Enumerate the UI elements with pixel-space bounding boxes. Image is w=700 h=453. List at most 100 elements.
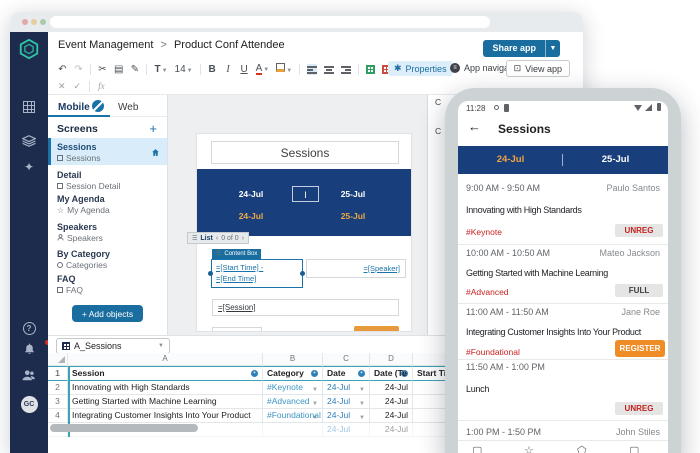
chevron-down-icon[interactable]: ▼ <box>359 398 365 409</box>
tables-icon[interactable] <box>10 100 48 118</box>
notifications-bell-icon[interactable] <box>10 342 48 360</box>
list-selection-chip[interactable]: ☰ List ‹ 0 of 0 › <box>187 232 249 244</box>
cell-date[interactable]: ▼24-Jul <box>323 395 370 409</box>
url-bar[interactable] <box>50 16 490 28</box>
screen-item-title[interactable]: By Category <box>57 249 110 259</box>
cell-category[interactable] <box>263 423 323 437</box>
add-screen-button[interactable]: + <box>149 121 157 136</box>
cell-date[interactable]: ▼24-Jul <box>323 409 370 423</box>
automations-icon[interactable]: ✦ <box>10 160 48 174</box>
help-icon[interactable]: ? <box>10 318 48 336</box>
session-field[interactable]: =[Session] <box>212 299 399 316</box>
column-letter[interactable]: D <box>370 353 413 366</box>
window-minimize-dot[interactable] <box>31 19 37 25</box>
team-members-icon[interactable] <box>10 368 48 386</box>
align-right-button[interactable] <box>341 64 351 75</box>
font-color-dropdown[interactable]: A▼ <box>256 63 270 75</box>
cell-date[interactable]: 24-Jul <box>323 423 370 437</box>
speaker-field[interactable]: =[Speaker] <box>306 259 406 278</box>
align-center-button[interactable] <box>324 64 334 75</box>
underline-button[interactable]: U <box>240 64 249 75</box>
clipped-button-stub[interactable] <box>354 326 399 332</box>
screen-item-title[interactable]: Speakers <box>57 222 97 232</box>
resize-handle-left[interactable] <box>208 271 213 276</box>
cell-category[interactable]: ▼#Keynote <box>263 381 323 395</box>
breadcrumb-app[interactable]: Event Management <box>58 39 153 51</box>
column-letter[interactable]: A <box>68 353 263 366</box>
column-type-icon[interactable]: + <box>358 370 365 377</box>
cell-date-text[interactable]: 24-Jul <box>370 423 413 437</box>
row-number[interactable]: 4 <box>48 409 68 423</box>
select-all-corner[interactable] <box>48 353 68 366</box>
cell-category[interactable]: ▼#Foundational <box>263 409 323 423</box>
share-dropdown-button[interactable]: ▼ <box>545 40 560 57</box>
text-style-dropdown[interactable]: T▼ <box>154 64 167 75</box>
font-size-dropdown[interactable]: 14▼ <box>175 64 193 75</box>
register-button[interactable]: REGISTER <box>615 340 665 357</box>
honeycomb-logo-icon[interactable] <box>10 38 48 65</box>
cell-date[interactable]: ▼24-Jul <box>323 381 370 395</box>
share-app-button[interactable]: Share app <box>483 40 545 57</box>
window-zoom-dot[interactable] <box>40 19 46 25</box>
horizontal-scrollbar[interactable] <box>50 424 198 432</box>
header-cell[interactable]: +Session <box>68 366 263 381</box>
redo-icon[interactable]: ↷ <box>74 64 83 75</box>
undo-icon[interactable]: ↶ <box>58 64 67 75</box>
pager-prev-icon[interactable]: ‹ <box>216 235 218 242</box>
clipped-field-stub[interactable] <box>212 327 262 332</box>
text-cursor-box[interactable]: I <box>292 186 319 202</box>
unreg-button[interactable]: UNREG <box>615 224 663 237</box>
unreg-button[interactable]: UNREG <box>615 402 663 415</box>
view-app-button[interactable]: ⊡ View app <box>506 60 570 77</box>
breadcrumb-screen[interactable]: Product Conf Attendee <box>174 39 285 51</box>
phone-tab-25jul[interactable]: 25-Jul <box>563 146 668 174</box>
nav-shield-icon[interactable]: ⬠ <box>577 444 587 453</box>
header-cell[interactable]: +Category <box>263 366 323 381</box>
screen-item-title[interactable]: Detail <box>57 170 82 180</box>
table-source-dropdown[interactable]: A_Sessions ▼ <box>56 338 170 354</box>
highlight-color-dropdown[interactable]: ▼ <box>276 63 292 75</box>
tab-mobile[interactable]: Mobile <box>58 102 90 113</box>
full-button[interactable]: FULL <box>615 284 663 297</box>
paste-icon[interactable]: ▤ <box>114 64 123 75</box>
row-number[interactable]: 2 <box>48 381 68 395</box>
nav-list-icon[interactable]: ▢ <box>472 444 482 453</box>
row-number[interactable]: 3 <box>48 395 68 409</box>
chevron-down-icon[interactable]: ▼ <box>359 384 365 395</box>
bold-button[interactable]: B <box>208 64 217 75</box>
preview-link-badge-icon[interactable] <box>92 100 104 112</box>
pager-next-icon[interactable]: › <box>242 235 244 242</box>
nav-star-icon[interactable]: ☆ <box>524 444 534 453</box>
insert-table-icon[interactable] <box>366 65 375 74</box>
formula-cancel-icon[interactable]: ✕ <box>58 81 66 92</box>
add-objects-button[interactable]: + Add objects <box>72 305 143 322</box>
cell-date-text[interactable]: 24-Jul <box>370 409 413 423</box>
user-avatar[interactable]: GC <box>10 393 48 413</box>
row-number[interactable]: 1 <box>48 366 68 381</box>
content-box-tag[interactable]: ☰ Content Box <box>212 249 261 259</box>
nav-grid-icon[interactable]: ▢ <box>629 444 639 453</box>
column-letter[interactable]: C <box>323 353 370 366</box>
cell-date-text[interactable]: 24-Jul <box>370 395 413 409</box>
back-arrow-icon[interactable]: ← <box>468 119 481 134</box>
layers-icon[interactable] <box>10 134 48 152</box>
column-type-icon[interactable]: + <box>311 370 318 377</box>
cell-session[interactable]: Getting Started with Machine Learning <box>68 395 263 409</box>
header-cell[interactable]: +Date (Te <box>370 366 413 381</box>
screen-item-title[interactable]: Sessions <box>57 142 97 152</box>
tab-web[interactable]: Web <box>118 102 138 113</box>
selected-time-field[interactable]: =[Start Time] - =[End Time] <box>211 259 303 288</box>
resize-handle-right[interactable] <box>300 271 305 276</box>
cut-icon[interactable]: ✂ <box>98 64 107 75</box>
column-type-icon[interactable]: + <box>251 370 258 377</box>
screen-item-title[interactable]: My Agenda <box>57 194 105 204</box>
chevron-down-icon[interactable]: ▼ <box>312 398 318 409</box>
italic-button[interactable]: I <box>224 64 233 75</box>
tab-bar-block[interactable]: 24-Jul I 25-Jul 24-Jul 25-Jul <box>197 169 412 236</box>
chevron-down-icon[interactable]: ▼ <box>359 412 365 423</box>
header-cell[interactable]: +Date <box>323 366 370 381</box>
window-close-dot[interactable] <box>22 19 28 25</box>
properties-toggle[interactable]: ✱ Properties <box>388 61 453 76</box>
column-letter[interactable]: B <box>263 353 323 366</box>
align-left-button[interactable] <box>307 64 317 75</box>
